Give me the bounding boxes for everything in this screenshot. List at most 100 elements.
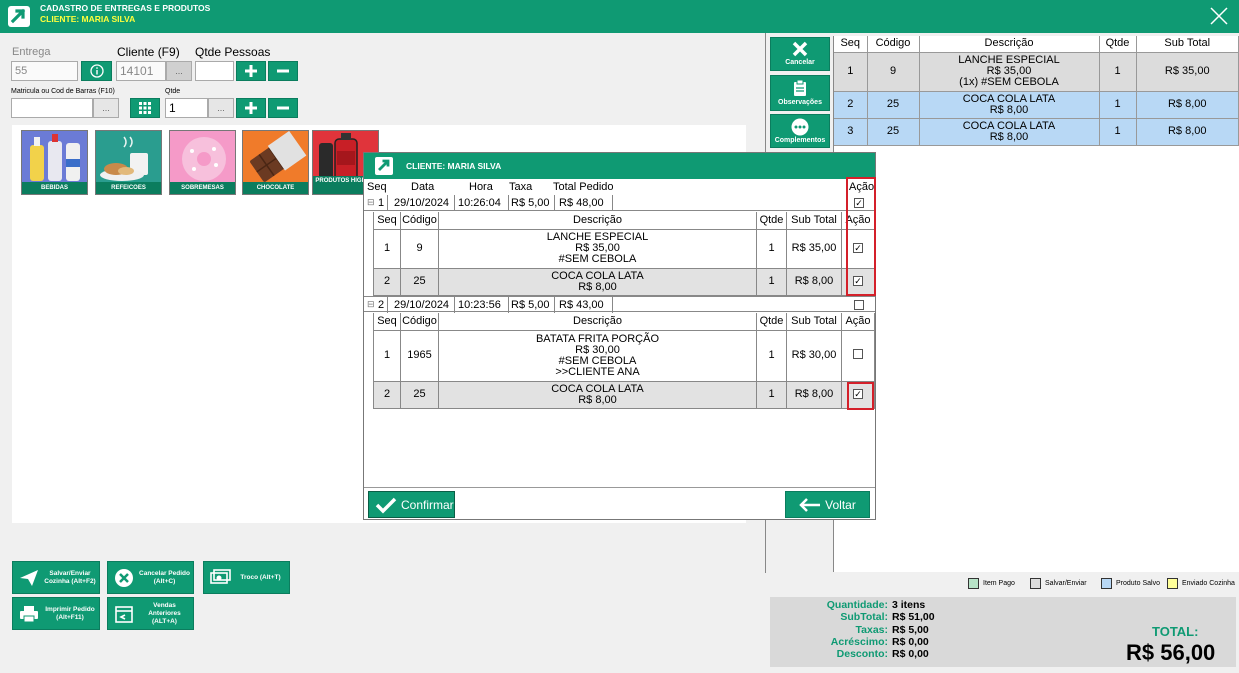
category-label: REFEICOES (96, 182, 161, 194)
desc-line: COCA COLA LATA (551, 269, 644, 282)
quantidade-value: 3 itens (892, 599, 926, 611)
matricula-field[interactable] (11, 98, 93, 118)
window-client: CLIENTE: MARIA SILVA (40, 14, 136, 24)
table-row[interactable]: 1 9 LANCHE ESPECIAL R$ 35,00 (1x) #SEM CEB… (834, 52, 1239, 92)
vendas-anteriores-label: Vendas Anteriores (ALT+A) (148, 601, 181, 625)
order-data: 29/10/2024 (394, 197, 450, 209)
order-items-table: Seq Código Descrição Qtde Sub Total Ação… (373, 212, 875, 296)
clipboard-icon (794, 79, 806, 96)
entrega-field[interactable]: 55 (11, 61, 78, 81)
cell-subtotal: R$ 35,00 (786, 229, 842, 269)
order-items-table: Seq Código Descrição Qtde Sub Total Ação… (373, 313, 875, 409)
category-sobremesas[interactable]: SOBREMESAS (169, 130, 236, 195)
desc-line: R$ 8,00 (578, 280, 617, 293)
voltar-label: Voltar (825, 497, 856, 512)
desc-line: COCA COLA LATA (962, 92, 1056, 105)
order-hora: 10:26:04 (458, 197, 501, 209)
app-logo-icon (8, 6, 30, 27)
cell-subtotal: R$ 8,00 (1136, 118, 1239, 146)
table-row[interactable]: 2 25 COCA COLA LATA R$ 8,00 1 R$ 8,00 ✓ (373, 381, 875, 409)
category-refeicoes[interactable]: REFEICOES (95, 130, 162, 195)
cell-qtde: 1 (756, 268, 787, 296)
pessoas-plus-button[interactable] (236, 61, 266, 81)
cliente-search-button[interactable]: ... (166, 61, 192, 81)
cell-divider (612, 297, 613, 313)
salvar-enviar-button[interactable]: Salvar/Enviar Cozinha (Alt+F2) (12, 561, 100, 594)
table-row[interactable]: 2 25 COCA COLA LATA R$ 8,00 1 R$ 8,00 ✓ (373, 268, 875, 296)
category-chocolate[interactable]: CHOCOLATE (242, 130, 309, 195)
order-row[interactable]: ⊟ 1 29/10/2024 10:26:04 R$ 5,00 R$ 48,00… (364, 195, 875, 211)
col-data: Data (411, 181, 435, 193)
cell-codigo: 25 (400, 381, 439, 409)
vendas-anteriores-button[interactable]: Vendas Anteriores (ALT+A) (107, 597, 194, 630)
cell-acao (841, 330, 875, 382)
entrega-label: Entrega (12, 46, 51, 58)
cell-subtotal: R$ 8,00 (786, 381, 842, 409)
grid-menu-button[interactable] (130, 98, 160, 118)
order-taxa: R$ 5,00 (511, 197, 550, 209)
qtde-minus-button[interactable] (268, 98, 298, 118)
table-row[interactable]: 2 25 COCA COLA LATA R$ 8,00 1 R$ 8,00 (834, 91, 1239, 119)
troco-button[interactable]: Troco (Alt+T) (203, 561, 290, 594)
table-row[interactable]: 3 25 COCA COLA LATA R$ 8,00 1 R$ 8,00 (834, 118, 1239, 146)
complementos-button[interactable]: Complementos (770, 114, 830, 148)
observacoes-button[interactable]: Observações (770, 75, 830, 111)
pessoas-minus-button[interactable] (268, 61, 298, 81)
order-row[interactable]: ⊟ 2 29/10/2024 10:23:56 R$ 5,00 R$ 43,00 (364, 296, 875, 313)
cell-divider (387, 297, 388, 313)
confirmar-button[interactable]: Confirmar (368, 491, 455, 518)
app-logo-icon (375, 157, 393, 175)
cell-qtde: 1 (1099, 118, 1137, 146)
send-icon (20, 569, 38, 586)
item-checkbox[interactable] (853, 349, 863, 359)
qtde-field[interactable]: 1 (165, 98, 208, 118)
cell-subtotal: R$ 35,00 (1136, 52, 1239, 92)
category-label: SOBREMESAS (170, 182, 235, 194)
table-row[interactable]: 1 9 LANCHE ESPECIAL R$ 35,00 #SEM CEBOLA 1… (373, 229, 875, 269)
collapse-icon[interactable]: ⊟ (367, 299, 375, 310)
cliente-field[interactable]: 14101 (116, 61, 166, 81)
imprimir-pedido-button[interactable]: Imprimir Pedido (Alt+F11) (12, 597, 100, 630)
footer-divider (364, 487, 875, 488)
qtde-pessoas-field[interactable] (195, 61, 234, 81)
desc-line: R$ 8,00 (578, 393, 617, 406)
order-data: 29/10/2024 (394, 299, 450, 311)
category-bebidas[interactable]: BEBIDAS (21, 130, 88, 195)
more-dots-icon (791, 118, 809, 136)
cancel-circle-icon (115, 568, 133, 587)
cell-divider (508, 195, 509, 211)
imprimir-pedido-label: Imprimir Pedido (Alt+F11) (45, 605, 95, 621)
sub-col-subtotal: Sub Total (786, 313, 842, 331)
qtde-plus-button[interactable] (236, 98, 266, 118)
voltar-button[interactable]: Voltar (785, 491, 870, 518)
cell-codigo: 25 (867, 118, 920, 146)
order-history-dialog: CLIENTE: MARIA SILVA Seq Data Hora Taxa … (363, 152, 876, 520)
order-checkbox[interactable] (854, 300, 864, 310)
cell-codigo: 25 (867, 91, 920, 119)
grid-header-codigo: Código (867, 36, 920, 53)
desc-line: #SEM CEBOLA (558, 253, 637, 265)
cell-seq: 2 (373, 381, 401, 409)
grid-icon (139, 102, 151, 114)
grid-header-seq: Seq (834, 36, 868, 53)
troco-label: Troco (Alt+T) (240, 573, 281, 581)
collapse-icon[interactable]: ⊟ (367, 197, 375, 208)
cancelar-pedido-button[interactable]: Cancelar Pedido (Alt+C) (107, 561, 194, 594)
minus-icon (277, 69, 289, 73)
matricula-search-button[interactable]: ... (93, 98, 119, 118)
order-seq: 1 (378, 197, 385, 209)
cell-qtde: 1 (1099, 91, 1137, 119)
info-button[interactable] (81, 61, 112, 81)
chocolate-icon (250, 131, 307, 182)
table-row[interactable]: 1 1965 BATATA FRITA PORÇÃO R$ 30,00 #SEM C… (373, 330, 875, 382)
acrescimo-label: Acréscimo: (830, 636, 888, 648)
qtde-label: Qtde (165, 88, 181, 95)
col-total-pedido: Total Pedido (553, 181, 614, 193)
close-icon[interactable] (1207, 4, 1231, 28)
taxas-value: R$ 5,00 (892, 624, 929, 636)
order-seq: 2 (378, 299, 385, 311)
grid-header-subtotal: Sub Total (1136, 36, 1239, 53)
qtde-search-button[interactable]: ... (208, 98, 234, 118)
cell-qtde: 1 (756, 330, 787, 382)
cancelar-item-button[interactable]: Cancelar (770, 37, 830, 71)
